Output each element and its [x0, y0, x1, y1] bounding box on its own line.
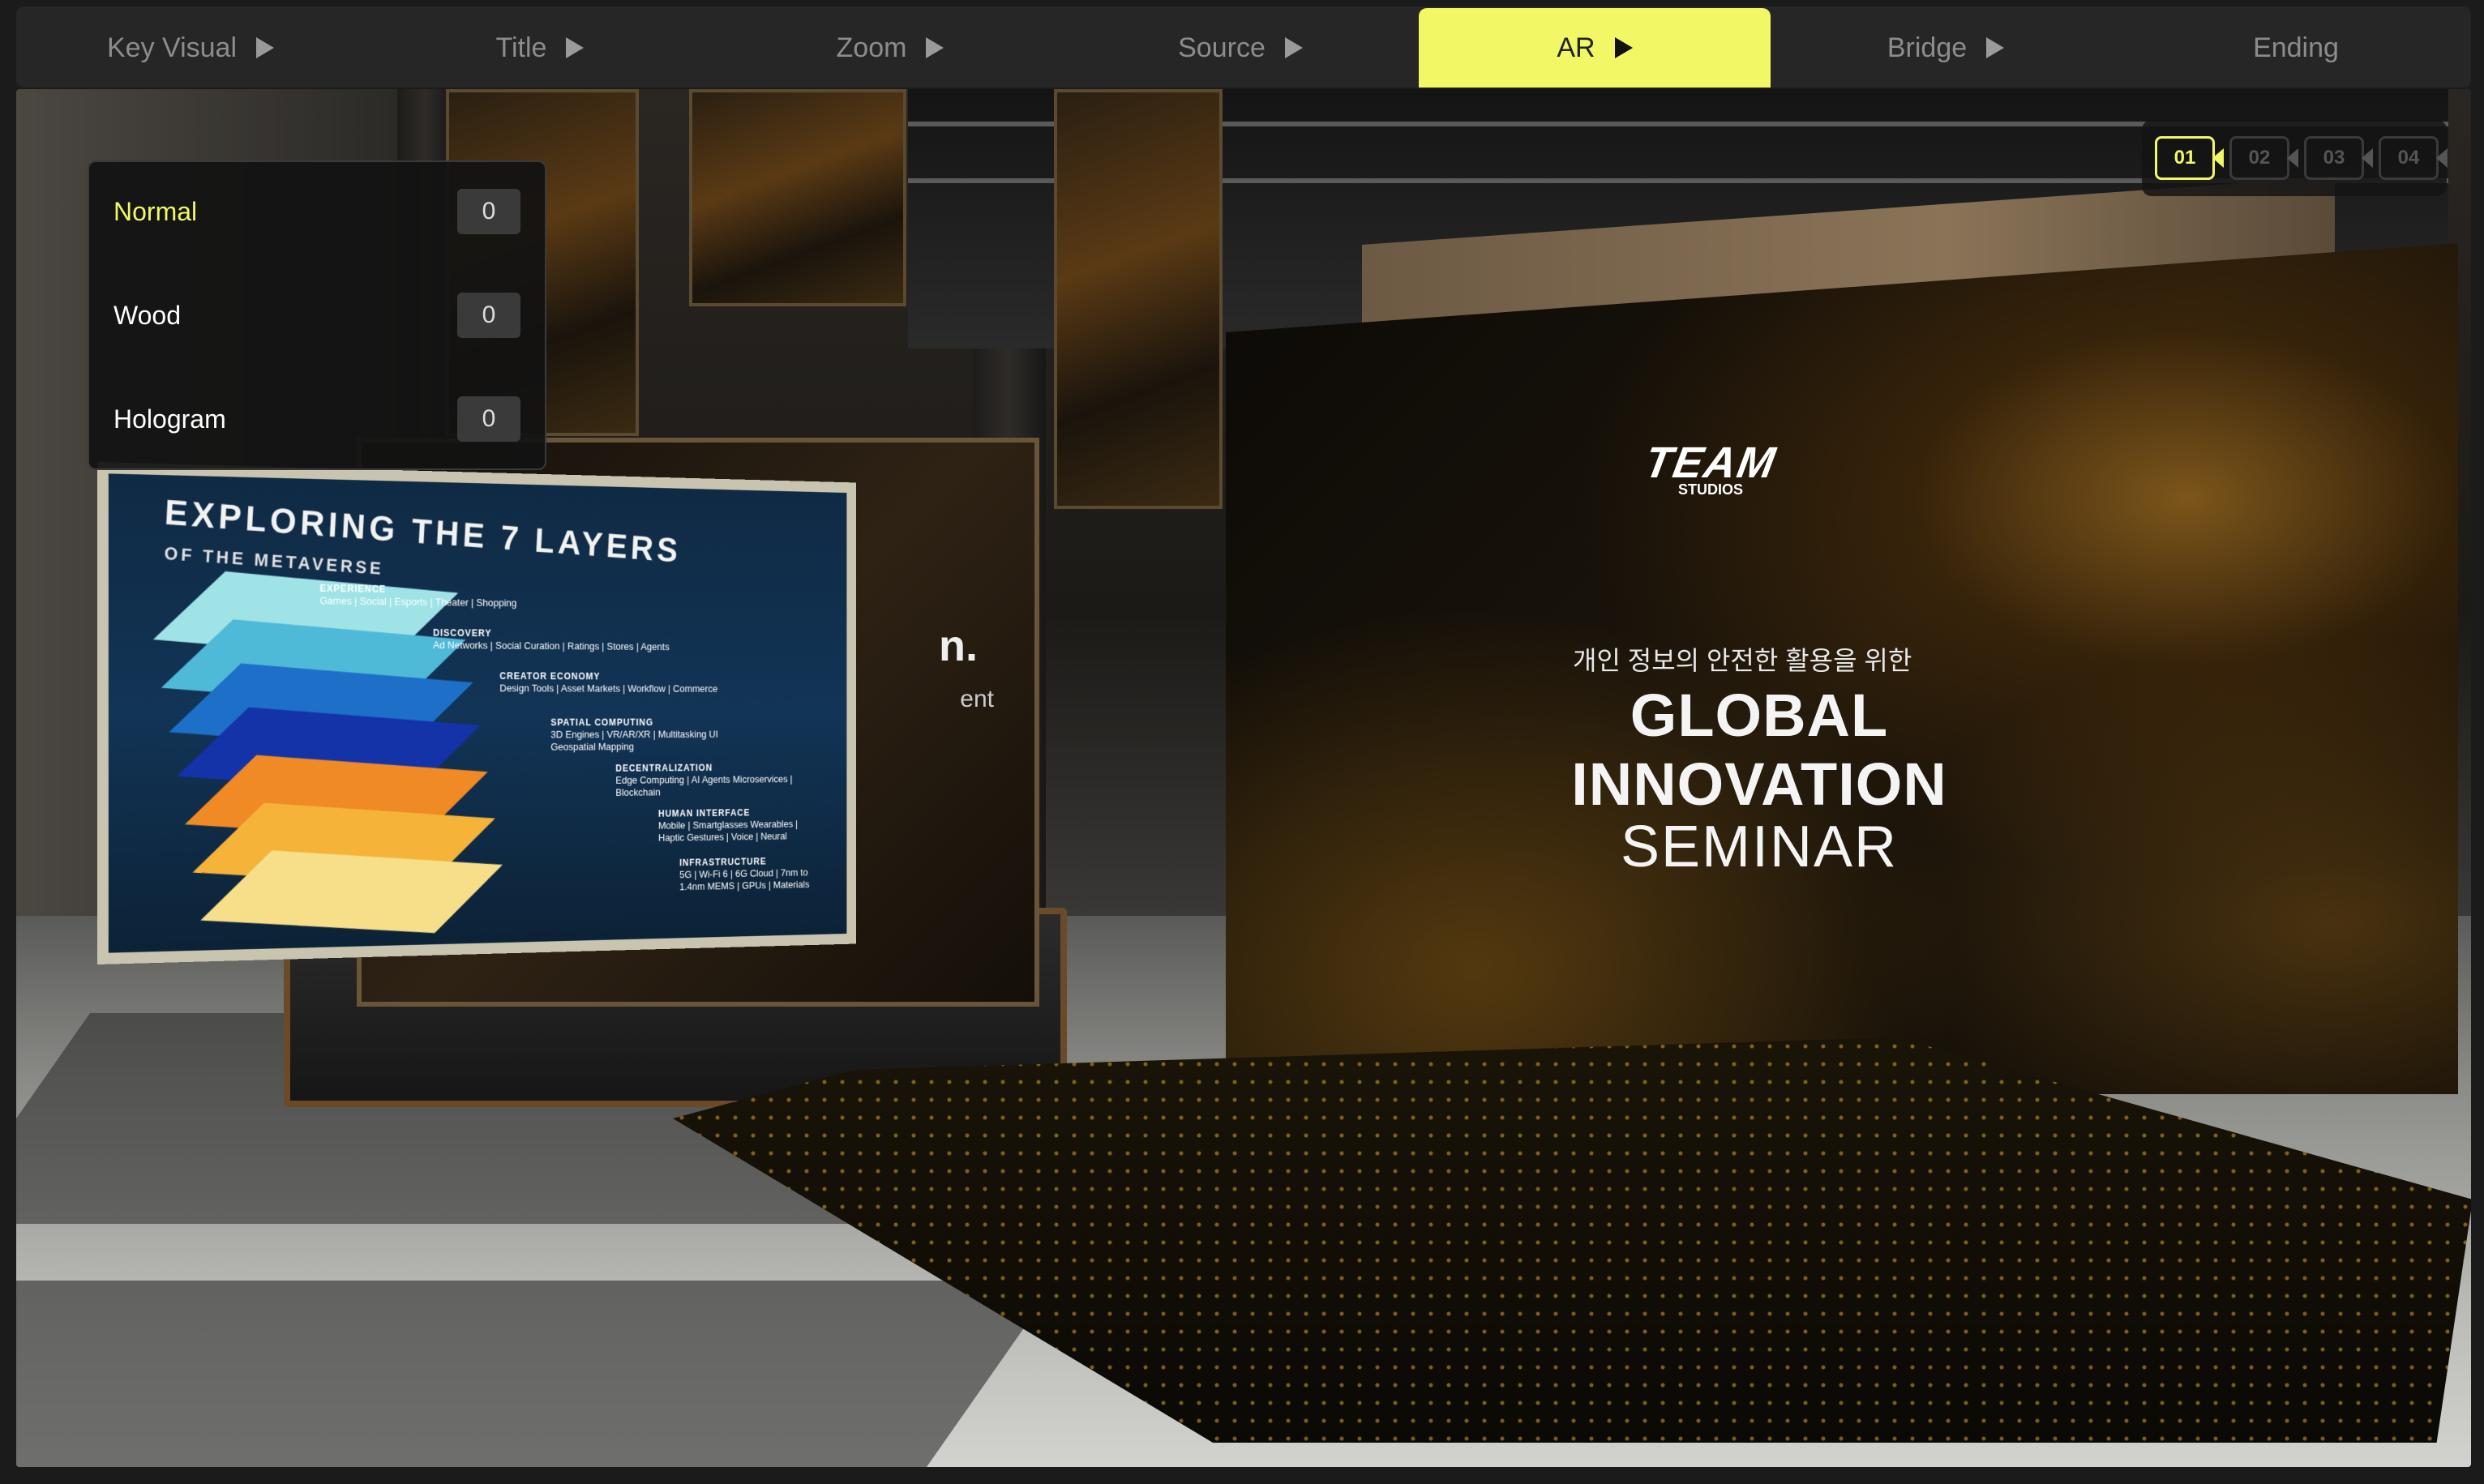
infographic-subtitle: OF THE METAVERSE [164, 543, 384, 579]
tab-bridge[interactable]: Bridge [1771, 8, 2121, 88]
play-icon [566, 37, 585, 58]
tab-source[interactable]: Source [1065, 8, 1415, 88]
korean-subtitle: 개인 정보의 안전한 활용을 위한 [1573, 646, 1912, 675]
camera-selector: 01 02 03 04 [2142, 120, 2448, 196]
material-label: Hologram [113, 404, 226, 434]
scene-tab-bar: Key Visual Title Zoom Source AR Bridge E… [16, 6, 2471, 88]
tab-label: Zoom [836, 32, 907, 63]
tab-ending[interactable]: Ending [2121, 8, 2471, 88]
hanging-banner [689, 89, 906, 306]
layer-label: CREATOR ECONOMY Design Tools | Asset Mark… [499, 670, 718, 695]
floor-shadow [16, 1281, 1058, 1467]
material-count[interactable]: 0 [457, 293, 520, 338]
tab-label: AR [1557, 32, 1595, 63]
camera-01-button[interactable]: 01 [2155, 136, 2224, 180]
play-icon [1284, 37, 1303, 58]
metaverse-layers-graphic: EXPLORING THE 7 LAYERS OF THE METAVERSE … [108, 473, 847, 953]
tab-key-visual[interactable]: Key Visual [16, 8, 365, 88]
headline-line2: SEMINAR [1620, 815, 1899, 879]
layer-label: EXPERIENCE Games | Social | Esports | The… [319, 582, 517, 609]
material-count[interactable]: 0 [457, 396, 520, 442]
layer-label: INFRASTRUCTURE 5G | Wi-Fi 6 | 6G Cloud | … [679, 856, 810, 893]
tab-label: Title [495, 32, 547, 63]
seminar-headline: GLOBAL INNOVATION SEMINAR [1443, 681, 2075, 880]
camera-04-button[interactable]: 04 [2379, 136, 2448, 180]
material-label: Normal [113, 196, 198, 226]
team-studios-logo: TEAM STUDIOS [1638, 438, 1784, 498]
tab-label: Key Visual [106, 32, 238, 63]
back-screen-text: ent [960, 686, 994, 712]
camera-02-button[interactable]: 02 [2229, 136, 2298, 180]
tab-label: Ending [2253, 32, 2339, 63]
logo-text: TEAM [1641, 438, 1780, 487]
headline-line1: GLOBAL INNOVATION [1571, 682, 1947, 818]
material-count[interactable]: 0 [457, 189, 520, 234]
hanging-banner [1054, 89, 1223, 509]
layer-label: SPATIAL COMPUTING 3D Engines | VR/AR/XR |… [550, 716, 718, 753]
material-option-wood[interactable]: Wood 0 [113, 287, 520, 344]
play-icon [256, 37, 275, 58]
camera-label: 02 [2248, 147, 2271, 169]
tab-label: Bridge [1887, 32, 1968, 63]
material-option-hologram[interactable]: Hologram 0 [113, 391, 520, 447]
play-icon [926, 37, 944, 58]
material-option-normal[interactable]: Normal 0 [113, 183, 520, 240]
material-label: Wood [113, 300, 182, 330]
camera-label: 03 [2323, 147, 2345, 169]
ar-front-screen[interactable]: EXPLORING THE 7 LAYERS OF THE METAVERSE … [97, 462, 857, 964]
layer-label: HUMAN INTERFACE Mobile | Smartglasses Wea… [657, 807, 799, 844]
tab-zoom[interactable]: Zoom [715, 8, 1065, 88]
layer-label: DECENTRALIZATION Edge Computing | AI Agen… [615, 762, 793, 798]
material-panel: Normal 0 Wood 0 Hologram 0 [88, 160, 546, 470]
camera-03-button[interactable]: 03 [2304, 136, 2373, 180]
tab-title[interactable]: Title [365, 8, 715, 88]
layer-label: DISCOVERY Ad Networks | Social Curation |… [433, 627, 670, 652]
camera-label: 04 [2397, 147, 2420, 169]
play-icon [1986, 37, 2005, 58]
back-screen-text: n. [939, 622, 978, 670]
camera-label: 01 [2174, 147, 2196, 169]
tab-ar[interactable]: AR [1419, 8, 1771, 88]
play-icon [1614, 37, 1633, 58]
tab-label: Source [1178, 32, 1266, 63]
